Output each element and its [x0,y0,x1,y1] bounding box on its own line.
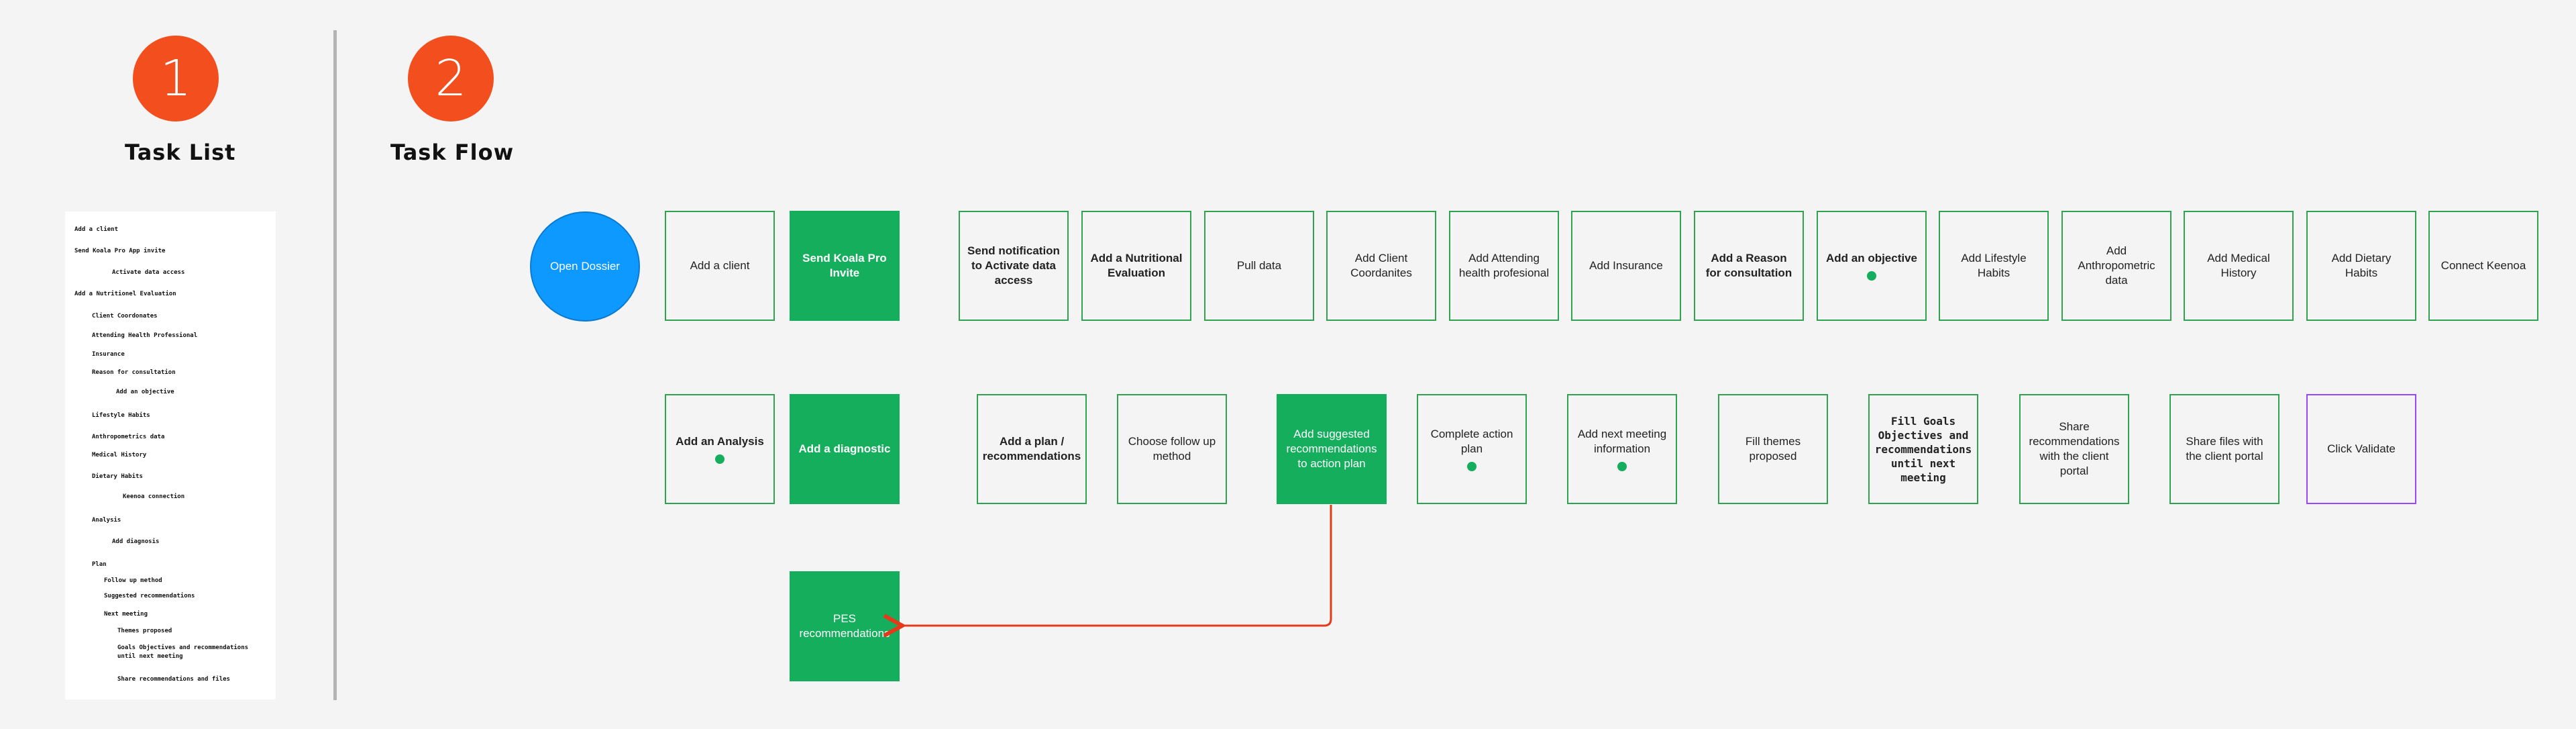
flow-connector [0,505,1332,729]
connector-arrow [902,505,1332,626]
